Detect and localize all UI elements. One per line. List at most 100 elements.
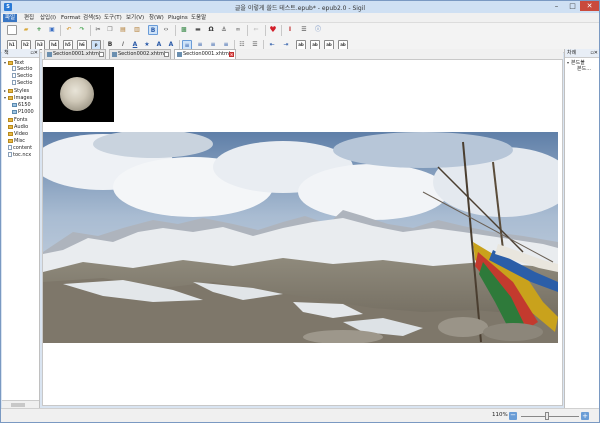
tree-folder-images[interactable]: ▾ Images [4, 94, 32, 101]
zoom-slider-thumb[interactable] [545, 412, 549, 420]
toolbar-divider [90, 25, 91, 36]
menu-search[interactable]: 검색(S) [81, 14, 103, 22]
menu-window[interactable]: 창(W) [147, 14, 166, 22]
toc-item-label: 본드... [577, 66, 591, 72]
menu-insert[interactable]: 삽입(I) [38, 14, 58, 22]
tree-folder-text[interactable]: ▾ Text [4, 59, 24, 66]
insert-image-icon[interactable]: ▩ [179, 25, 189, 35]
tree-label: Sectio [17, 66, 33, 72]
tab-close-icon[interactable] [99, 52, 104, 57]
menu-format[interactable]: Format [59, 14, 82, 22]
menu-bar: 파일 편집 삽입(I) Format 검색(S) 도구(T) 보기(V) 창(W… [1, 13, 599, 23]
scrollbar-thumb[interactable] [11, 403, 25, 407]
menu-edit[interactable]: 편집 [22, 14, 36, 22]
tab-close-icon[interactable] [164, 52, 169, 57]
open-icon[interactable]: ▰ [21, 25, 31, 35]
folder-icon [8, 131, 13, 136]
book-view-editor[interactable] [42, 59, 563, 406]
tab-section0001-active[interactable]: Section0001.xhtml × [174, 49, 236, 59]
insert-id-icon[interactable]: Ω [206, 25, 216, 35]
image-file-icon [12, 109, 17, 114]
tree-label: Sectio [17, 80, 33, 86]
add-icon[interactable]: + [34, 25, 44, 35]
app-window: S 글을 이렇게 쓸드 테스트.epub* - epub2.0 - Sigil … [0, 0, 600, 423]
tab-label: Section0002.xhtml [118, 51, 166, 57]
zoom-out-button[interactable]: − [509, 412, 517, 420]
back-icon[interactable]: ⇐ [251, 25, 261, 35]
tree-file-toc-ncx[interactable]: toc.ncx [8, 152, 31, 159]
tree-folder-misc[interactable]: Misc [4, 138, 25, 145]
menu-plugins[interactable]: Plugins [166, 14, 190, 22]
tab-strip: Section0001.xhtml Section0002.xhtml Sect… [42, 49, 563, 59]
tab-section0001[interactable]: Section0001.xhtml [44, 49, 106, 59]
toc-title: 차례 [567, 50, 577, 56]
save-icon[interactable]: ▣ [47, 25, 57, 35]
cut-icon[interactable]: ✂ [93, 25, 103, 35]
toolbar-divider [281, 25, 282, 36]
tab-close-icon[interactable]: × [229, 52, 234, 57]
folder-icon [8, 60, 13, 65]
panel-float-close-icons[interactable]: ▫✕ [30, 49, 38, 58]
book-browser-header: 책 ▫✕ [2, 49, 39, 58]
tree-label: Misc [14, 138, 26, 144]
menu-view[interactable]: 보기(V) [124, 14, 146, 22]
redo-icon[interactable]: ↷ [77, 25, 87, 35]
paste-icon[interactable]: ▤ [118, 25, 128, 35]
main-toolbar: ▰ + ▣ ↶ ↷ ✂ ❐ ▤ ▥ B ‹› ▩ ▬ Ω ⚓ ∞ ⇐ ♥ Ⅰ ☰… [1, 23, 599, 38]
tree-file[interactable]: Sectio [12, 66, 32, 73]
full-moon [60, 77, 94, 111]
tree-folder-styles[interactable]: ▸ Styles [4, 87, 29, 94]
file-icon [12, 66, 16, 71]
toc-item[interactable]: 본드... [577, 66, 591, 73]
tree-file-content-opf[interactable]: content [8, 145, 32, 152]
horizontal-scrollbar[interactable] [2, 400, 39, 408]
table-of-contents-icon[interactable]: ☰ [299, 25, 309, 35]
toolbar-divider [175, 25, 176, 36]
tree-label: Sectio [17, 73, 33, 79]
folder-icon [8, 95, 13, 100]
info-icon[interactable]: ⓘ [313, 25, 323, 35]
tree-label: Fonts [14, 117, 28, 123]
maximize-button[interactable]: □ [564, 1, 581, 11]
tree-folder-fonts[interactable]: Fonts [4, 117, 28, 124]
tree-image-file[interactable]: P1000 [12, 109, 34, 116]
tree-label: toc.ncx [13, 152, 32, 158]
toolbar-divider [60, 25, 61, 36]
book-view-icon[interactable]: B [148, 25, 158, 35]
metadata-icon[interactable]: Ⅰ [285, 25, 295, 35]
tree-file[interactable]: Sectio [12, 80, 32, 87]
tree-image-file[interactable]: 6150 [12, 102, 31, 109]
code-view-icon[interactable]: ‹› [161, 25, 171, 35]
window-title: 글을 이렇게 쓸드 테스트.epub* - epub2.0 - Sigil [234, 5, 366, 12]
minimize-button[interactable]: – [548, 1, 565, 11]
xhtml-file-icon [177, 52, 182, 57]
paste-special-icon[interactable]: ▥ [132, 25, 142, 35]
new-file-icon[interactable] [7, 25, 17, 35]
toc-item[interactable]: ▾ 본드볼 [567, 59, 585, 66]
title-bar[interactable]: S 글을 이렇게 쓸드 테스트.epub* - epub2.0 - Sigil … [1, 1, 599, 13]
menu-file[interactable]: 파일 [3, 14, 18, 22]
image-file-icon [12, 102, 17, 107]
menu-tools[interactable]: 도구(T) [102, 14, 124, 22]
tree-folder-video[interactable]: Video [4, 131, 28, 138]
insert-link-icon[interactable]: ⚓ [219, 25, 229, 35]
himalaya-landscape-photo[interactable] [43, 132, 558, 343]
file-icon [8, 145, 12, 150]
tree-folder-audio[interactable]: Audio [4, 124, 28, 131]
zoom-in-button[interactable]: + [581, 412, 589, 420]
zoom-slider-track[interactable] [521, 416, 579, 417]
tree-file[interactable]: Sectio [12, 73, 32, 80]
zoom-level: 110% [492, 412, 508, 418]
validate-icon[interactable]: ♥ [268, 25, 278, 35]
tree-label: Video [14, 131, 29, 137]
copy-icon[interactable]: ❐ [105, 25, 115, 35]
undo-icon[interactable]: ↶ [64, 25, 74, 35]
insert-special-char-icon[interactable]: ▬ [193, 25, 203, 35]
remove-link-icon[interactable]: ∞ [233, 25, 243, 35]
moon-photo[interactable] [43, 67, 114, 122]
close-button[interactable]: ✕ [580, 1, 599, 11]
status-bar: 110% − + [1, 408, 599, 422]
panel-float-close-icons[interactable]: ▫✕ [590, 49, 598, 58]
tab-section0002[interactable]: Section0002.xhtml [109, 49, 171, 59]
menu-help[interactable]: 도움말 [189, 14, 208, 22]
